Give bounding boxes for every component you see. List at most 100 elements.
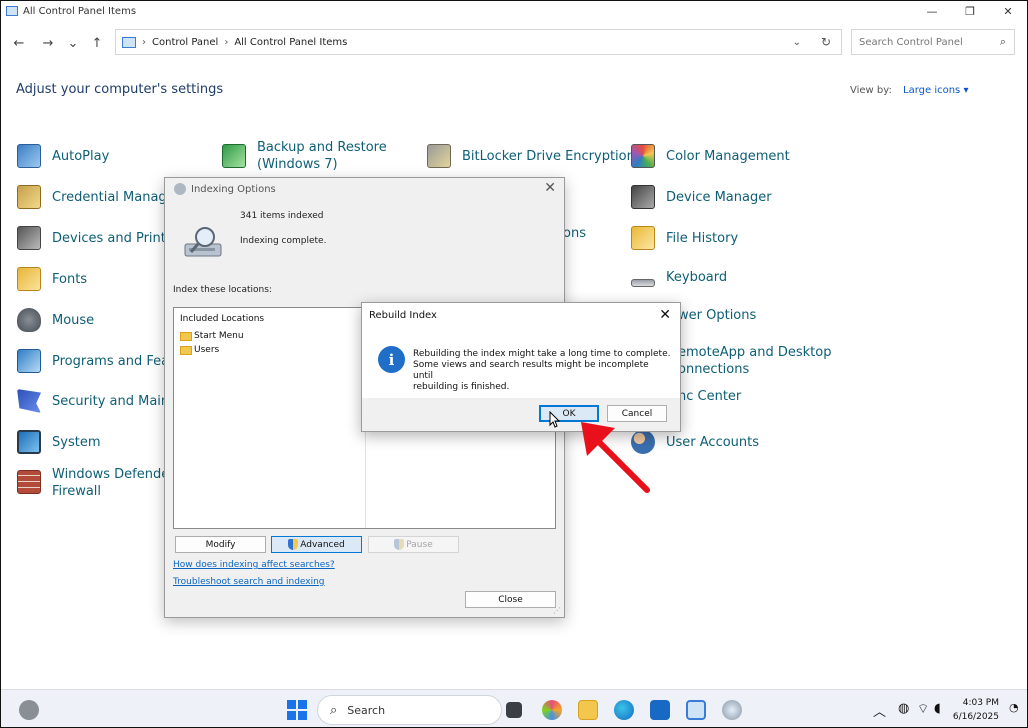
dialog-title: Indexing Options	[191, 183, 276, 195]
view-by-label: View by:	[850, 85, 892, 96]
control-panel-taskbar-icon[interactable]	[686, 700, 706, 720]
cp-item-partial-ons[interactable]: ons	[563, 226, 586, 241]
notification-bell-icon[interactable]: ◔	[1009, 701, 1019, 714]
cp-item-system[interactable]: System	[17, 430, 100, 454]
cp-item-label-line: Firewall	[52, 484, 102, 499]
cp-item-devices-printers[interactable]: Devices and Printers	[17, 226, 186, 250]
search-placeholder: Search Control Panel	[859, 36, 963, 48]
indexing-icon	[174, 183, 186, 195]
list-item[interactable]: Users	[180, 345, 219, 355]
taskbar-search[interactable]: ⌕ Search	[317, 695, 502, 725]
file-history-icon	[631, 226, 655, 250]
refresh-icon[interactable]: ↻	[821, 35, 831, 49]
search-icon[interactable]: ⌕	[1000, 35, 1006, 49]
globe-icon[interactable]: ◍	[898, 701, 909, 716]
cp-item-label: Windows Defender Firewall	[52, 466, 175, 500]
cp-item-label: System	[52, 434, 101, 450]
taskbar: ⌕ Search ︿ ◍ ⌔ ◖ 4:03 PM 6/16/2025 ◔	[1, 689, 1027, 727]
store-icon[interactable]	[650, 700, 670, 720]
cp-item-label: Programs and Featu	[52, 353, 183, 369]
cp-item-power-options[interactable]: wer Options	[678, 308, 756, 323]
address-bar[interactable]: › Control Panel › All Control Panel Item…	[115, 29, 842, 55]
recent-locations-button[interactable]: ⌄	[63, 33, 83, 53]
keyboard-icon	[631, 279, 655, 287]
advanced-button-label: Advanced	[300, 539, 345, 550]
items-indexed-count: 341 items indexed	[240, 211, 324, 221]
cp-item-label: Color Management	[666, 148, 790, 164]
cp-item-security-maintenance[interactable]: Security and Mainte	[17, 389, 182, 413]
volume-icon[interactable]: ◖	[934, 701, 941, 716]
view-by-dropdown[interactable]: Large icons ▾	[903, 85, 968, 96]
restore-button[interactable]: ❐	[951, 1, 989, 21]
breadcrumb-control-panel[interactable]: Control Panel	[152, 37, 218, 48]
cp-item-windows-defender-firewall[interactable]: Windows Defender Firewall	[17, 466, 175, 500]
cp-item-autoplay[interactable]: AutoPlay	[17, 144, 109, 168]
cp-item-label: Security and Mainte	[52, 393, 183, 409]
message-line: rebuilding is finished.	[413, 382, 510, 392]
clock[interactable]: 4:03 PM 6/16/2025	[941, 696, 999, 724]
windows-start-icon[interactable]	[287, 700, 307, 720]
close-dialog-button[interactable]: Close	[465, 591, 556, 608]
resize-grip[interactable]: ⋰	[553, 606, 561, 615]
cp-item-fonts[interactable]: Fonts	[17, 267, 87, 291]
control-panel-icon	[122, 36, 136, 48]
advanced-button[interactable]: Advanced	[271, 536, 362, 553]
cp-item-programs-features[interactable]: Programs and Featu	[17, 349, 182, 373]
cp-item-label: File History	[666, 230, 739, 246]
cp-item-bitlocker[interactable]: BitLocker Drive Encryption	[427, 144, 635, 168]
breadcrumb-all-items[interactable]: All Control Panel Items	[234, 37, 347, 48]
desktop-screen: All Control Panel Items — ❐ ✕ ← → ⌄ ↑ › …	[0, 0, 1028, 728]
list-item[interactable]: Start Menu	[180, 331, 244, 341]
file-explorer-icon[interactable]	[578, 700, 598, 720]
forward-button[interactable]: →	[38, 33, 58, 53]
pause-button-label: Pause	[406, 539, 433, 550]
navigation-row: ← → ⌄ ↑ › Control Panel › All Control Pa…	[1, 29, 1027, 55]
wifi-icon[interactable]: ⌔	[917, 701, 929, 717]
up-button[interactable]: ↑	[87, 33, 107, 53]
edge-icon[interactable]	[614, 700, 634, 720]
flag-icon	[17, 389, 41, 413]
uac-shield-icon	[288, 539, 299, 550]
cp-item-label-line: emoteApp and Desktop	[678, 345, 832, 360]
monitor-icon	[17, 430, 41, 454]
indexing-status: Indexing complete.	[240, 236, 327, 246]
indexing-help-link[interactable]: How does indexing affect searches?	[173, 560, 335, 570]
firewall-icon	[17, 470, 41, 494]
pause-button[interactable]: Pause	[368, 536, 459, 553]
indexing-options-taskbar-icon[interactable]	[722, 700, 742, 720]
cp-item-keyboard[interactable]: Keyboard	[631, 267, 727, 287]
chevron-up-icon[interactable]: ︿	[873, 701, 886, 720]
cp-item-label: Fonts	[52, 271, 88, 287]
clock-time: 4:03 PM	[962, 698, 999, 708]
task-view-icon[interactable]	[506, 702, 522, 718]
cp-item-remoteapp[interactable]: emoteApp and Desktop onnections	[678, 344, 831, 378]
device-manager-icon	[631, 185, 655, 209]
modify-button[interactable]: Modify	[175, 536, 266, 553]
uac-shield-icon	[394, 539, 405, 550]
cp-item-device-manager[interactable]: Device Manager	[631, 185, 772, 209]
weather-icon[interactable]	[19, 700, 39, 720]
close-icon[interactable]: ✕	[659, 307, 671, 323]
back-button[interactable]: ←	[9, 33, 29, 53]
troubleshoot-link[interactable]: Troubleshoot search and indexing	[173, 577, 325, 587]
cp-item-sync-center[interactable]: nc Center	[678, 389, 741, 404]
cp-item-backup-restore[interactable]: Backup and Restore (Windows 7)	[222, 139, 387, 173]
rebuild-index-dialog: Rebuild Index ✕ i Rebuilding the index m…	[361, 302, 681, 432]
dialog-title-bar: Indexing Options	[174, 183, 276, 195]
chevron-down-icon[interactable]: ⌄	[793, 37, 801, 48]
cp-item-credential-manager[interactable]: Credential Manager	[17, 185, 180, 209]
minimize-button[interactable]: —	[913, 1, 951, 21]
cp-item-file-history[interactable]: File History	[631, 226, 738, 250]
close-window-button[interactable]: ✕	[989, 1, 1027, 21]
clock-date: 6/16/2025	[952, 712, 999, 722]
copilot-icon[interactable]	[542, 700, 562, 720]
close-icon[interactable]: ✕	[544, 180, 556, 196]
programs-icon	[17, 349, 41, 373]
search-input[interactable]: Search Control Panel ⌕	[851, 29, 1015, 55]
cp-item-label: wer Options	[678, 308, 757, 323]
cp-item-color-management[interactable]: Color Management	[631, 144, 790, 168]
cp-item-mouse[interactable]: Mouse	[17, 308, 94, 332]
column-header-included-locations: Included Locations	[180, 314, 265, 324]
window-title-bar: All Control Panel Items — ❐ ✕	[1, 1, 1027, 21]
cp-item-label: User Accounts	[666, 434, 760, 450]
